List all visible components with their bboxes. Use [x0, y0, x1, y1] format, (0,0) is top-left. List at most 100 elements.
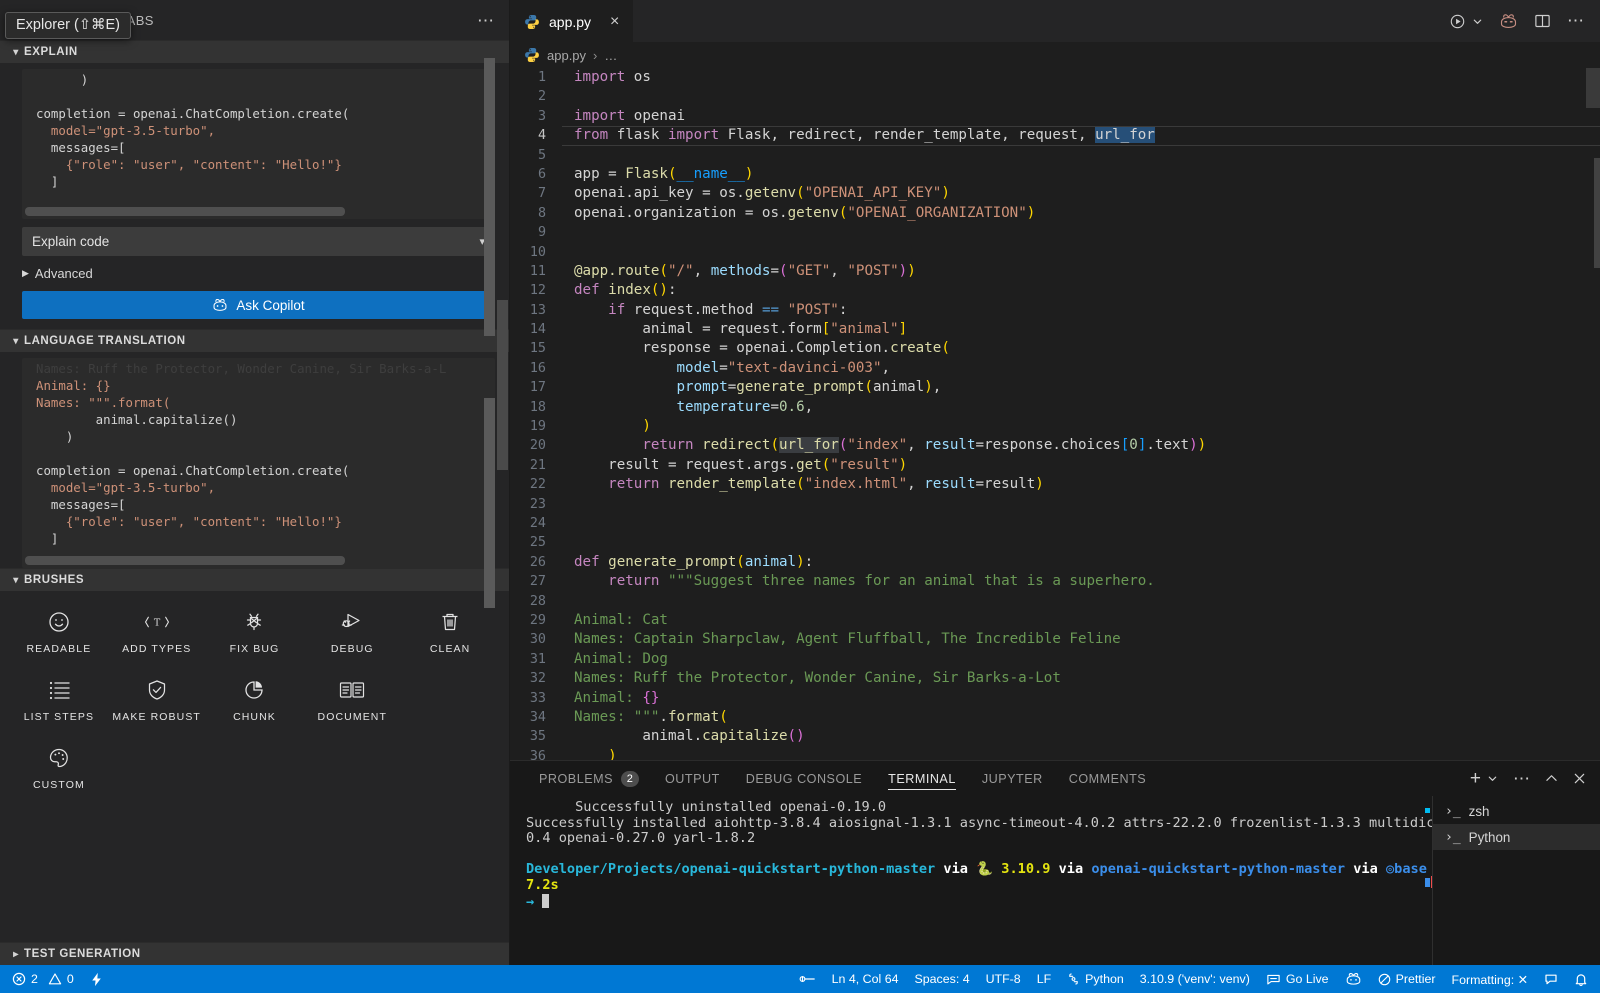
code-line: 24	[510, 514, 1600, 533]
split-editor-right-button[interactable]	[1534, 13, 1551, 29]
section-header-test-generation[interactable]: ▸ TEST GENERATION	[0, 942, 509, 965]
status-go-live[interactable]: Go Live	[1258, 972, 1337, 986]
close-icon[interactable]: ×	[610, 13, 619, 30]
status-eol[interactable]: LF	[1029, 972, 1059, 986]
line-number: 18	[529, 399, 546, 415]
terminal-output[interactable]: Successfully uninstalled openai-0.19.0 S…	[510, 796, 1432, 965]
types-icon: T	[144, 609, 170, 635]
brush-chunk[interactable]: CHUNK	[206, 669, 304, 729]
brush-clean[interactable]: CLEAN	[401, 601, 499, 661]
line-number: 26	[529, 554, 546, 570]
explain-mode-select[interactable]: Explain code ▾	[22, 227, 495, 256]
status-notifications[interactable]	[1566, 972, 1596, 987]
terminal-prompt-symbol: →	[526, 893, 535, 910]
status-radon-lightning[interactable]	[82, 972, 111, 987]
editor-more-actions-button[interactable]: ⋯	[1567, 12, 1584, 29]
tab-output[interactable]: OUTPUT	[652, 761, 733, 796]
line-number: 33	[529, 690, 546, 706]
line-number: 20	[529, 438, 546, 454]
brush-debug[interactable]: DEBUG	[303, 601, 401, 661]
terminal-profile-chevron-icon[interactable]	[1487, 773, 1498, 784]
explain-code-hscrollbar[interactable]	[25, 207, 345, 216]
status-prettier[interactable]: Prettier	[1370, 972, 1444, 986]
minimap-slider[interactable]	[1586, 68, 1600, 108]
status-language-mode[interactable]: Python	[1059, 972, 1132, 986]
breadcrumb-file[interactable]: app.py	[547, 48, 586, 63]
line-number: 5	[537, 147, 546, 163]
lt-code-line: model="gpt-3.5-turbo",	[36, 480, 216, 495]
brush-document[interactable]: DOCUMENT	[303, 669, 401, 729]
run-dropdown-chevron-icon[interactable]	[1472, 16, 1483, 27]
advanced-toggle[interactable]: ▶ Advanced	[0, 256, 509, 281]
section-title-explain: EXPLAIN	[24, 46, 78, 58]
status-feedback[interactable]	[1536, 972, 1566, 986]
brush-add-types[interactable]: T ADD TYPES	[108, 601, 206, 661]
line-number: 35	[529, 729, 546, 745]
terminal-via: via	[1353, 861, 1378, 878]
tab-problems[interactable]: PROBLEMS 2	[526, 761, 652, 796]
status-python-interpreter[interactable]: 3.10.9 ('venv': venv)	[1132, 972, 1258, 986]
terminal-line: 0.4 openai-0.27.0 yarl-1.8.2	[526, 830, 756, 847]
maximize-panel-button[interactable]	[1545, 773, 1558, 784]
terminal-item-python[interactable]: ›_ Python	[1433, 824, 1600, 850]
warning-icon	[48, 972, 62, 986]
code-line: 4 from flask import Flask, redirect, rend…	[510, 126, 1600, 145]
ask-copilot-button[interactable]: Ask Copilot	[22, 291, 495, 319]
warning-count: 0	[66, 972, 74, 986]
book-icon	[339, 677, 365, 703]
status-formatting[interactable]: Formatting: ✕	[1444, 972, 1537, 987]
explain-code-preview[interactable]: ) completion = openai.ChatCompletion.cre…	[22, 69, 495, 219]
editor-vscrollbar[interactable]	[1594, 158, 1600, 268]
code-line: 35 animal.capitalize()	[510, 727, 1600, 746]
lt-code-line: completion = openai.ChatCompletion.creat…	[36, 463, 350, 478]
new-terminal-button[interactable]: +	[1470, 768, 1481, 790]
code-line: 28	[510, 592, 1600, 611]
section-header-brushes[interactable]: ▾ BRUSHES	[0, 568, 509, 591]
brush-fix-bug[interactable]: FIX BUG	[206, 601, 304, 661]
brush-custom[interactable]: CUSTOM	[10, 737, 108, 797]
lt-code-hscrollbar[interactable]	[25, 556, 345, 565]
editor-column: app.py × ⋯ app.py › … 1 import os 2 3 im…	[510, 0, 1600, 965]
sidebar-vscrollbar[interactable]	[497, 300, 508, 470]
language-translation-code-preview[interactable]: Names: Ruff the Protector, Wonder Canine…	[22, 358, 495, 568]
status-remote-indicator[interactable]	[790, 973, 824, 985]
brush-list-steps[interactable]: LIST STEPS	[10, 669, 108, 729]
status-indentation[interactable]: Spaces: 4	[906, 972, 977, 986]
copilot-cat-icon[interactable]	[1499, 13, 1518, 30]
lt-code-vscrollbar[interactable]	[484, 398, 495, 608]
line-number: 15	[529, 341, 546, 357]
brush-readable[interactable]: READABLE	[10, 601, 108, 661]
close-panel-button[interactable]	[1573, 772, 1586, 785]
breadcrumb-more[interactable]: …	[604, 48, 617, 63]
line-number: 25	[529, 535, 546, 551]
problems-count-badge: 2	[621, 770, 639, 787]
terminal-cursor	[542, 893, 550, 908]
section-header-language-translation[interactable]: ▾ LANGUAGE TRANSLATION	[0, 329, 509, 352]
status-copilot[interactable]	[1337, 972, 1370, 986]
tab-comments[interactable]: COMMENTS	[1056, 761, 1159, 796]
sidebar-more-actions-button[interactable]: ⋯	[477, 12, 495, 29]
tab-terminal[interactable]: TERMINAL	[875, 761, 969, 796]
terminal-item-zsh[interactable]: ›_ zsh	[1433, 798, 1600, 824]
status-encoding[interactable]: UTF-8	[978, 972, 1029, 986]
brush-grid: READABLE T ADD TYPES FIX BUG DEBUG CLEAN…	[0, 601, 509, 797]
shield-check-icon	[144, 677, 170, 703]
status-problems[interactable]: 2 0	[4, 972, 82, 986]
status-cursor-position[interactable]: Ln 4, Col 64	[824, 972, 907, 986]
code-line: 34 Names: """.format(	[510, 708, 1600, 727]
brush-make-robust[interactable]: MAKE ROBUST	[108, 669, 206, 729]
panel-more-actions-button[interactable]: ⋯	[1513, 769, 1530, 789]
run-python-file-button[interactable]	[1449, 13, 1466, 30]
terminal-tabs-list: ›_ zsh ›_ Python	[1432, 796, 1600, 965]
tab-jupyter[interactable]: JUPYTER	[969, 761, 1056, 796]
section-header-explain[interactable]: ▾ EXPLAIN	[0, 40, 509, 63]
tab-app-py[interactable]: app.py ×	[510, 0, 634, 42]
palette-icon	[46, 745, 72, 771]
chevron-right-icon: ▸	[13, 948, 19, 960]
line-number: 30	[529, 632, 546, 648]
line-number: 16	[529, 360, 546, 376]
lt-code-line: ]	[36, 531, 59, 546]
tab-debug-console[interactable]: DEBUG CONSOLE	[733, 761, 875, 796]
code-editor[interactable]: 1 import os 2 3 import openai 4 from flask …	[510, 68, 1600, 760]
explain-code-vscrollbar[interactable]	[484, 58, 495, 336]
